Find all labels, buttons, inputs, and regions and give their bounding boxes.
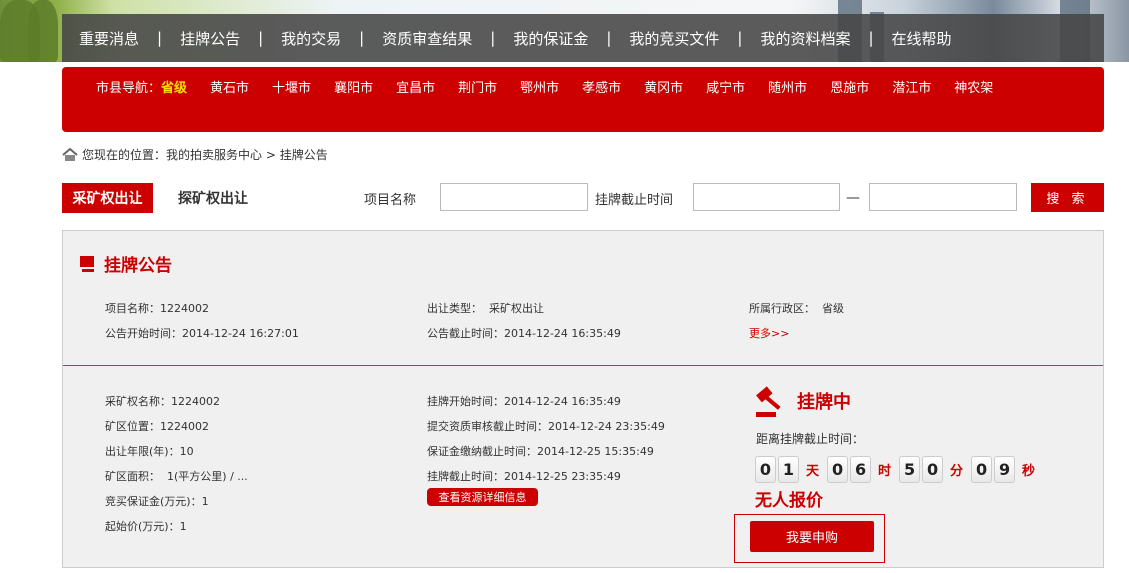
start-price: 起始价(万元)：1 (105, 520, 187, 533)
region: 所属行政区： 省级 (749, 302, 844, 315)
nav-separator: | (258, 29, 264, 47)
city-nav: 市县导航： 省级 黄石市 十堰市 襄阳市 宜昌市 荆门市 鄂州市 孝感市 黄冈市… (62, 67, 1104, 132)
mining-right-name: 采矿权名称：1224002 (105, 395, 220, 408)
banner-tree (28, 0, 58, 62)
nav-online-help[interactable]: 在线帮助 (892, 28, 952, 49)
unit-hour: 时 (878, 464, 892, 479)
city-link[interactable]: 潜江市 (892, 77, 931, 96)
more-link[interactable]: 更多>> (749, 325, 789, 341)
flag-icon (80, 255, 94, 272)
announce-start: 公告开始时间：2014-12-24 16:27:01 (105, 327, 299, 340)
listing-status: 挂牌中 (755, 384, 851, 418)
city-link[interactable]: 鄂州市 (520, 77, 559, 96)
nav-my-archives[interactable]: 我的资料档案 (760, 28, 850, 49)
countdown-digit: 1 (778, 456, 799, 483)
deadline-from-input[interactable] (693, 183, 840, 211)
nav-separator: | (359, 29, 365, 47)
nav-separator: | (737, 29, 743, 47)
countdown-digit: 6 (850, 456, 872, 483)
listing-panel: 挂牌公告 项目名称：1224002 出让类型： 采矿权出让 所属行政区： 省级 … (62, 230, 1104, 568)
transfer-years: 出让年限(年)：10 (105, 445, 194, 458)
nav-separator: | (606, 29, 612, 47)
announce-end: 公告截止时间：2014-12-24 16:35:49 (427, 327, 621, 340)
city-link[interactable]: 荆门市 (458, 77, 497, 96)
unit-day: 天 (806, 464, 820, 479)
countdown-label: 距离挂牌截止时间： (756, 432, 865, 446)
qualification-deadline: 提交资质审核截止时间：2014-12-24 23:35:49 (427, 420, 665, 433)
city-link[interactable]: 孝感市 (582, 77, 621, 96)
bid-deposit: 竞买保证金(万元)：1 (105, 495, 209, 508)
no-quote-label: 无人报价 (755, 491, 823, 511)
breadcrumb: 您现在的位置： 我的拍卖服务中心 > 挂牌公告 (62, 146, 328, 163)
nav-qualification-results[interactable]: 资质审查结果 (382, 28, 472, 49)
divider (63, 365, 1103, 366)
city-link[interactable]: 恩施市 (830, 77, 869, 96)
mine-location: 矿区位置：1224002 (105, 420, 209, 433)
city-link[interactable]: 随州市 (768, 77, 807, 96)
countdown-digit: 9 (994, 456, 1016, 483)
breadcrumb-link[interactable]: 我的拍卖服务中心 (166, 146, 262, 163)
city-link[interactable]: 十堰市 (272, 77, 311, 96)
buy-button-frame: 我要申购 (734, 514, 885, 563)
nav-separator: | (868, 29, 874, 47)
section-title: 挂牌公告 (104, 256, 172, 276)
nav-important-news[interactable]: 重要消息 (79, 28, 139, 49)
breadcrumb-arrow: > (262, 147, 280, 162)
deadline-to-input[interactable] (869, 183, 1017, 211)
top-nav: 重要消息 | 挂牌公告 | 我的交易 | 资质审查结果 | 我的保证金 | 我的… (62, 14, 1104, 62)
gavel-icon (756, 386, 781, 417)
city-link[interactable]: 神农架 (954, 77, 993, 96)
project-name-label: 项目名称 (364, 192, 417, 208)
nav-my-deposit[interactable]: 我的保证金 (513, 28, 588, 49)
section-header: 挂牌公告 (78, 251, 172, 276)
date-range-dash: — (846, 190, 860, 206)
countdown-digit: 0 (827, 456, 849, 483)
unit-second: 秒 (1022, 464, 1036, 479)
countdown-digit: 0 (755, 456, 776, 483)
breadcrumb-current: 挂牌公告 (279, 148, 328, 162)
nav-my-bid-documents[interactable]: 我的竞买文件 (629, 28, 719, 49)
tab-exploration-rights[interactable]: 探矿权出让 (178, 183, 248, 213)
countdown-digit: 5 (899, 456, 921, 483)
countdown: 0 1 天 0 6 时 5 0 分 0 9 秒 (755, 456, 1043, 483)
home-icon (62, 147, 78, 161)
tab-mining-rights[interactable]: 采矿权出让 (62, 183, 153, 213)
apply-purchase-button[interactable]: 我要申购 (750, 521, 874, 552)
status-label: 挂牌中 (797, 392, 851, 413)
search-button[interactable]: 搜 索 (1031, 183, 1104, 212)
city-nav-label: 市县导航： (96, 81, 162, 96)
breadcrumb-prefix: 您现在的位置： (82, 148, 167, 162)
city-nav-province[interactable]: 省级 (161, 77, 187, 96)
deposit-deadline: 保证金缴纳截止时间：2014-12-25 15:35:49 (427, 445, 654, 458)
project-name: 项目名称：1224002 (105, 302, 209, 315)
deadline-label: 挂牌截止时间 (595, 192, 674, 208)
countdown-digit: 0 (971, 456, 993, 483)
view-details-button[interactable]: 查看资源详细信息 (427, 488, 538, 506)
nav-separator: | (157, 29, 163, 47)
city-link[interactable]: 襄阳市 (334, 77, 373, 96)
nav-my-trades[interactable]: 我的交易 (281, 28, 341, 49)
transfer-type: 出让类型： 采矿权出让 (427, 302, 544, 315)
city-link[interactable]: 宜昌市 (396, 77, 435, 96)
nav-separator: | (490, 29, 496, 47)
city-link[interactable]: 黄石市 (210, 77, 249, 96)
nav-listing-notice[interactable]: 挂牌公告 (180, 28, 240, 49)
listing-deadline: 挂牌截止时间：2014-12-25 23:35:49 (427, 470, 621, 483)
city-link[interactable]: 咸宁市 (706, 77, 745, 96)
city-link[interactable]: 黄冈市 (644, 77, 683, 96)
mine-area: 矿区面积： 1(平方公里) / ... (105, 470, 248, 483)
unit-minute: 分 (950, 464, 964, 479)
project-name-input[interactable] (440, 183, 588, 211)
countdown-digit: 0 (922, 456, 944, 483)
listing-start: 挂牌开始时间：2014-12-24 16:35:49 (427, 395, 621, 408)
